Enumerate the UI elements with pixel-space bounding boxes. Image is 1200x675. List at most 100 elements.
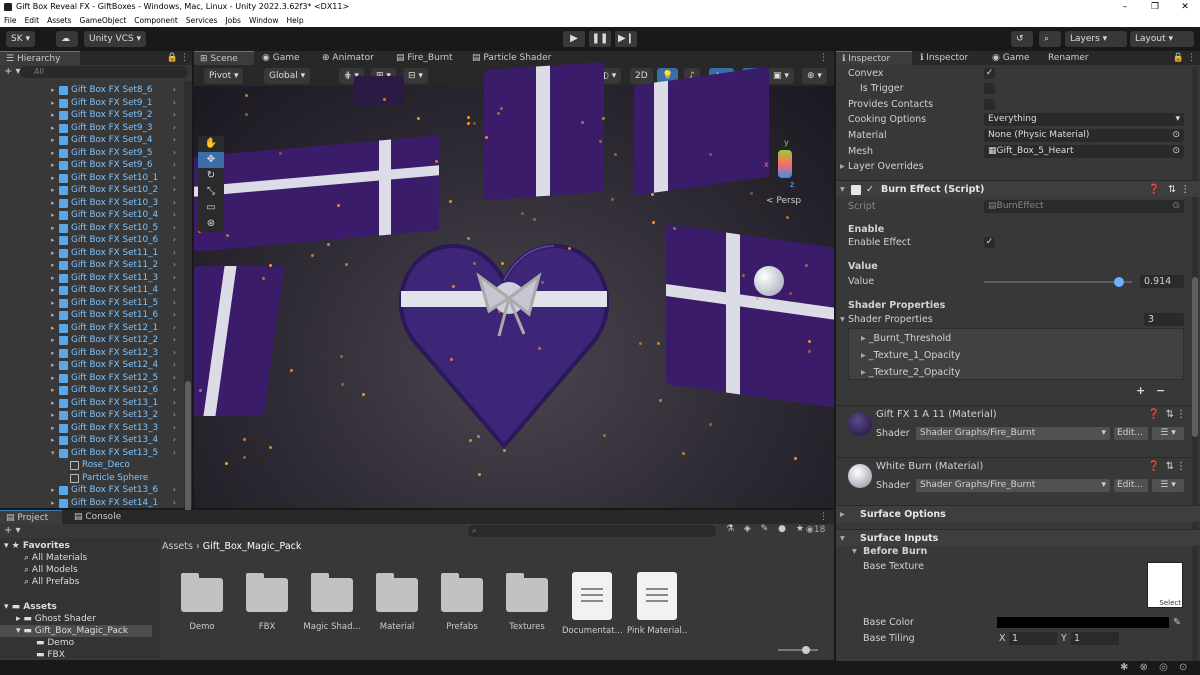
hierarchy-item[interactable]: ▸ Gift Box FX Set14_1 › bbox=[0, 497, 186, 510]
tab-hierarchy[interactable]: ☰ Hierarchy bbox=[0, 51, 80, 65]
vcs-button[interactable]: Unity VCS ▾ bbox=[84, 31, 147, 47]
surface-options-header[interactable]: ▸ Surface Options bbox=[836, 505, 1200, 522]
hierarchy-item[interactable]: ▸ Gift Box FX Set10_1 › bbox=[0, 172, 186, 185]
burn-effect-header[interactable]: ▾ ✓ Burn Effect (Script) ❓ ⇅ ⋮ bbox=[836, 180, 1200, 197]
kebab-menu-icon[interactable]: ⋮ bbox=[1187, 51, 1196, 65]
tab-fire-burnt[interactable]: ▤ Fire_Burnt bbox=[390, 51, 459, 65]
chevron-right-icon[interactable]: › bbox=[173, 497, 176, 510]
zoom-slider-knob[interactable] bbox=[802, 646, 810, 654]
chevron-right-icon[interactable]: › bbox=[173, 322, 176, 335]
tab-particle-shader[interactable]: ▤ Particle Shader bbox=[466, 51, 557, 65]
cloud-icon[interactable]: ☁ bbox=[56, 31, 78, 47]
close-button[interactable]: ✕ bbox=[1170, 0, 1200, 14]
pause-button[interactable]: ❚❚ bbox=[589, 31, 611, 47]
hierarchy-item[interactable]: ▸ Gift Box FX Set10_5 › bbox=[0, 222, 186, 235]
eyedropper-icon[interactable]: ✎ bbox=[1173, 615, 1181, 630]
layer-overrides-row[interactable]: ▸ Layer Overrides bbox=[840, 159, 1188, 174]
list-item[interactable]: ▸ _Texture_1_Opacity bbox=[861, 348, 960, 363]
chevron-right-icon[interactable]: › bbox=[173, 134, 176, 147]
shader-menu-icon[interactable]: ☰ ▾ bbox=[1152, 479, 1184, 492]
hierarchy-item[interactable]: ▸ Gift Box FX Set13_3 › bbox=[0, 422, 186, 435]
chevron-right-icon[interactable]: › bbox=[173, 397, 176, 410]
chevron-right-icon[interactable]: ▸ bbox=[51, 359, 55, 372]
chevron-right-icon[interactable]: ▸ bbox=[51, 259, 55, 272]
chevron-right-icon[interactable]: › bbox=[173, 447, 176, 460]
chevron-right-icon[interactable]: ▸ bbox=[51, 84, 55, 97]
cooking-options-dropdown[interactable]: Everything ▾ bbox=[984, 113, 1184, 126]
kebab-menu-icon[interactable]: ⋮ bbox=[1181, 181, 1191, 198]
favorites-folder[interactable]: ▾ ★ Favorites bbox=[4, 540, 70, 552]
pivot-dropdown[interactable]: Pivot ▾ bbox=[204, 68, 244, 84]
enable-effect-checkbox[interactable]: ✓ bbox=[984, 237, 995, 248]
chevron-right-icon[interactable]: ▸ bbox=[51, 184, 55, 197]
hierarchy-item[interactable]: ▸ Gift Box FX Set12_6 › bbox=[0, 384, 186, 397]
assets-folder[interactable]: ▾ ▬ Assets bbox=[4, 601, 57, 613]
menu-file[interactable]: File bbox=[0, 14, 21, 27]
texture-select-label[interactable]: Select bbox=[1159, 599, 1181, 607]
tree-folder[interactable]: ▬ Demo bbox=[36, 637, 74, 649]
chevron-right-icon[interactable]: ▸ bbox=[51, 172, 55, 185]
layers-dropdown[interactable]: Layers ▾ bbox=[1065, 31, 1127, 47]
hierarchy-item[interactable]: ▸ Gift Box FX Set10_6 › bbox=[0, 234, 186, 247]
chevron-right-icon[interactable]: ▸ bbox=[51, 197, 55, 210]
scene-viewport[interactable]: ✋ ✥ ↻ ⤡ ▭ ⊛ y x z < Persp bbox=[194, 61, 834, 508]
hierarchy-item[interactable]: ▸ Gift Box FX Set9_2 › bbox=[0, 109, 186, 122]
chevron-right-icon[interactable]: ▸ bbox=[51, 97, 55, 110]
chevron-right-icon[interactable]: › bbox=[173, 259, 176, 272]
asset-folder[interactable]: Material bbox=[367, 572, 427, 632]
project-search-input[interactable]: ⌕ bbox=[468, 525, 716, 537]
chevron-right-icon[interactable]: › bbox=[173, 434, 176, 447]
chevron-right-icon[interactable]: ▸ bbox=[51, 297, 55, 310]
minimize-button[interactable]: – bbox=[1110, 0, 1140, 14]
kebab-menu-icon[interactable]: ⋮ bbox=[1176, 409, 1186, 420]
chevron-right-icon[interactable]: › bbox=[173, 97, 176, 110]
tab-animator[interactable]: ⊕ Animator bbox=[316, 51, 380, 65]
menu-window[interactable]: Window bbox=[245, 14, 283, 27]
asset-folder[interactable]: Textures bbox=[497, 572, 557, 632]
chevron-right-icon[interactable]: ▸ bbox=[51, 209, 55, 222]
lock-icon[interactable]: 🔒 bbox=[1173, 51, 1184, 65]
kebab-menu-icon[interactable]: ⋮ bbox=[819, 510, 828, 524]
menu-help[interactable]: Help bbox=[283, 14, 308, 27]
tab-scene[interactable]: ⊞ Scene bbox=[194, 51, 254, 65]
chevron-right-icon[interactable]: › bbox=[173, 234, 176, 247]
mesh-field[interactable]: ▦Gift_Box_5_Heart ⊙ bbox=[984, 145, 1184, 158]
component-enabled-checkbox[interactable]: ✓ bbox=[866, 181, 874, 198]
chevron-right-icon[interactable]: ▸ bbox=[51, 372, 55, 385]
hand-tool-icon[interactable]: ✋ bbox=[198, 136, 224, 152]
hierarchy-item[interactable]: ▸ Gift Box FX Set12_2 › bbox=[0, 334, 186, 347]
orientation-gizmo[interactable]: y x z < Persp bbox=[764, 138, 814, 208]
create-button[interactable]: + ▾ bbox=[4, 525, 21, 536]
search-icon[interactable]: ⌕ bbox=[1039, 31, 1061, 47]
tree-folder[interactable]: ▬ FBX bbox=[36, 649, 65, 658]
layout-dropdown[interactable]: Layout ▾ bbox=[1130, 31, 1194, 47]
help-icon[interactable]: ❓ bbox=[1148, 461, 1160, 472]
list-item[interactable]: ▸ _Burnt_Threshold bbox=[861, 331, 951, 346]
chevron-right-icon[interactable]: ▸ bbox=[51, 234, 55, 247]
lock-icon[interactable]: 🔒 bbox=[167, 51, 178, 65]
chevron-right-icon[interactable]: › bbox=[173, 484, 176, 497]
presets-icon[interactable]: ⇅ bbox=[1166, 461, 1174, 472]
object-picker-icon[interactable]: ⊙ bbox=[1172, 145, 1180, 158]
step-button[interactable]: ▶❙ bbox=[615, 31, 637, 47]
chevron-right-icon[interactable]: ▸ bbox=[51, 397, 55, 410]
chevron-right-icon[interactable]: › bbox=[173, 222, 176, 235]
chevron-right-icon[interactable]: ▸ bbox=[51, 347, 55, 360]
scrollbar-thumb[interactable] bbox=[1192, 277, 1198, 437]
base-color-swatch[interactable] bbox=[997, 617, 1169, 628]
tab-project[interactable]: ▤ Project bbox=[0, 510, 62, 524]
persp-label[interactable]: < Persp bbox=[766, 196, 801, 206]
tree-folder-selected[interactable]: ▾ ▬ Gift_Box_Magic_Pack bbox=[0, 625, 152, 637]
play-button[interactable]: ▶ bbox=[563, 31, 585, 47]
hierarchy-item[interactable]: ▸ Gift Box FX Set11_3 › bbox=[0, 272, 186, 285]
chevron-right-icon[interactable]: ▸ bbox=[51, 222, 55, 235]
chevron-right-icon[interactable]: ▸ bbox=[51, 134, 55, 147]
shader-properties-count[interactable]: 3 bbox=[1144, 313, 1184, 326]
hierarchy-item[interactable]: ▸ Gift Box FX Set10_2 › bbox=[0, 184, 186, 197]
tab-game[interactable]: ◉ Game bbox=[256, 51, 306, 65]
is-trigger-checkbox[interactable] bbox=[984, 83, 995, 94]
chevron-right-icon[interactable]: ▸ bbox=[51, 484, 55, 497]
hierarchy-item[interactable]: ▸ Gift Box FX Set9_4 › bbox=[0, 134, 186, 147]
hierarchy-item[interactable]: ▸ Gift Box FX Set11_6 › bbox=[0, 309, 186, 322]
chevron-right-icon[interactable]: ▸ bbox=[51, 322, 55, 335]
